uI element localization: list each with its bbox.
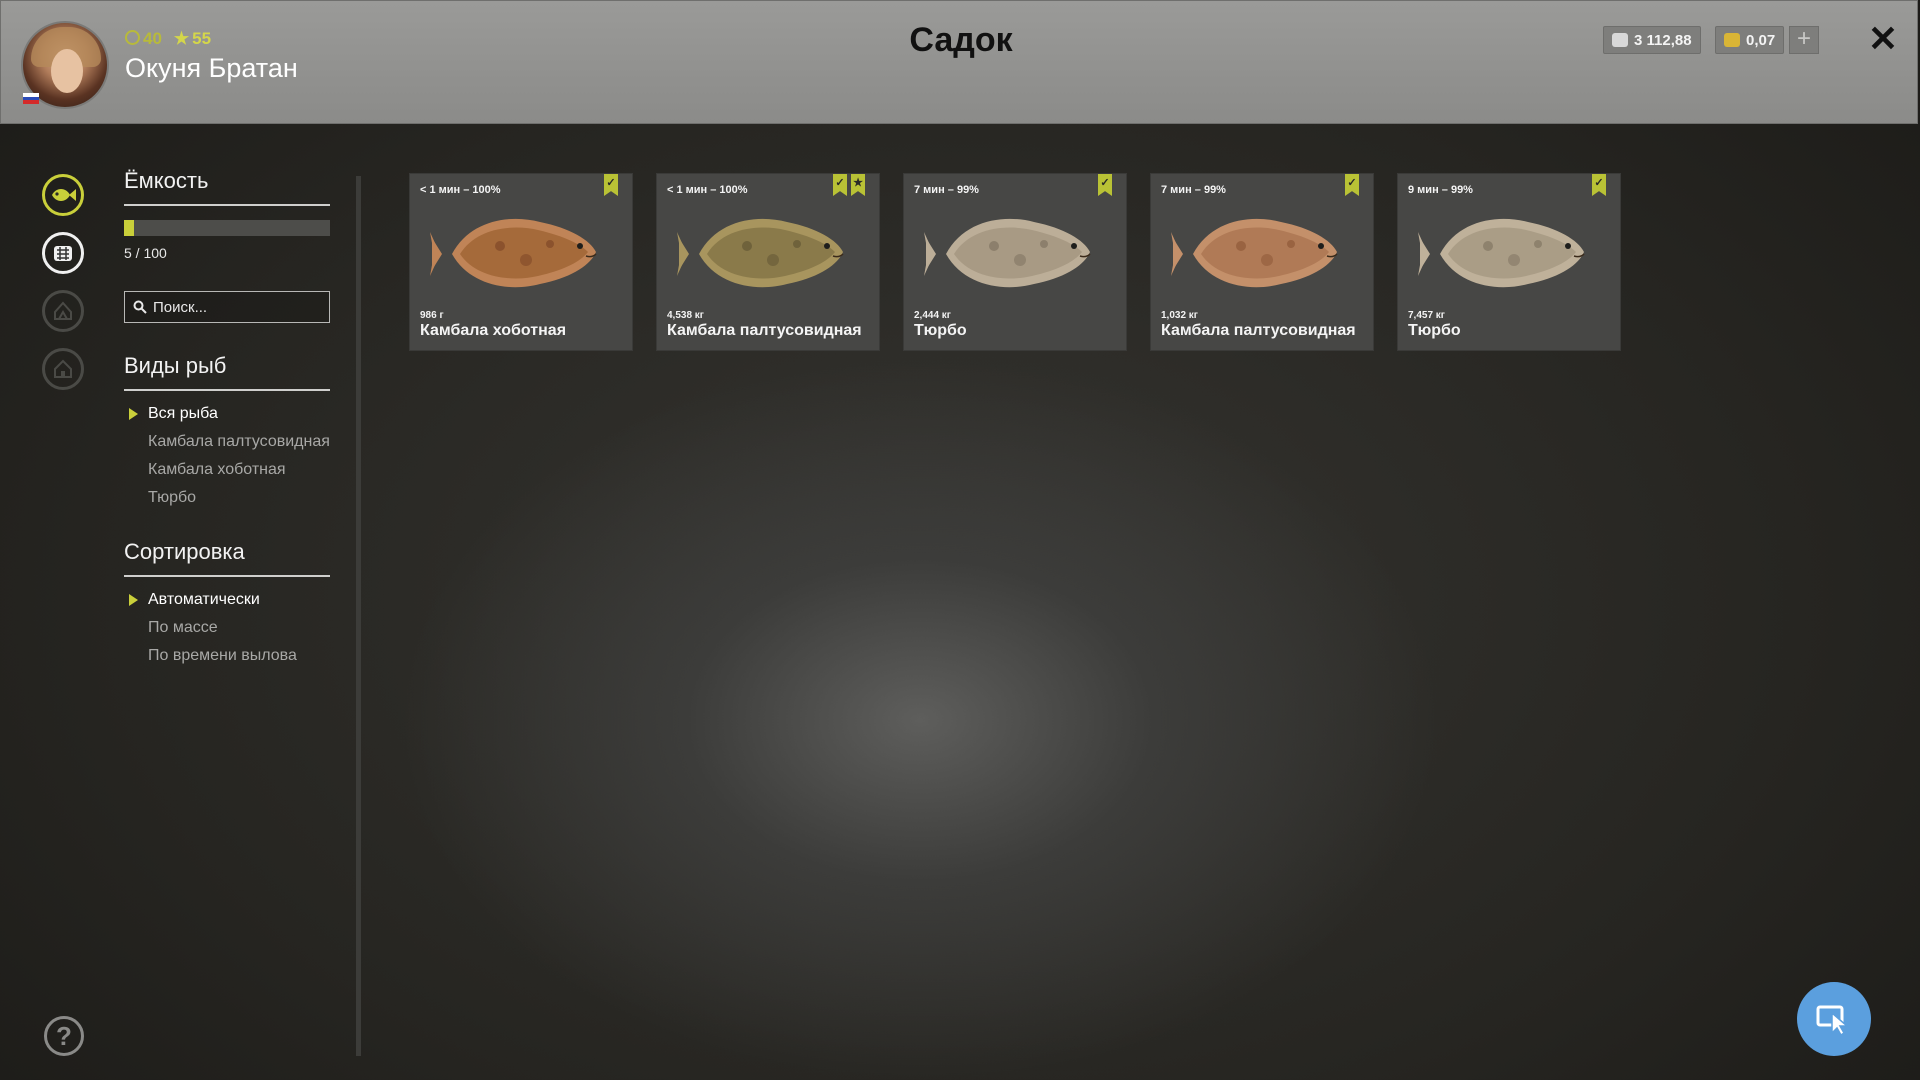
keepnet-icon (54, 246, 72, 261)
fish-tags: ✓ (1098, 174, 1112, 196)
fish-weight: 7,457 кг (1408, 310, 1445, 321)
check-glyph: ✓ (1347, 177, 1357, 189)
fish-tags: ✓ ★ (833, 174, 865, 196)
bookmark-check-icon[interactable]: ✓ (833, 174, 847, 196)
capacity-bar (124, 220, 330, 236)
fish-weight: 1,032 кг (1161, 310, 1198, 321)
species-filter-item[interactable]: Тюрбо (124, 489, 330, 507)
sort-option-item[interactable]: По массе (124, 619, 330, 637)
fish-name: Камбала хоботная (420, 322, 567, 339)
fish-card[interactable]: 9 мин – 99% ✓ 7,457 кг Тюрбо (1398, 174, 1620, 350)
cursor-icon (1816, 1005, 1850, 1035)
catch-time-freshness: 9 мин – 99% (1408, 184, 1473, 196)
close-button[interactable]: ✕ (1865, 21, 1901, 57)
fish-card[interactable]: 7 мин – 99% ✓ 1,032 кг Камбала палтусовидна… (1151, 174, 1373, 350)
check-glyph: ✓ (1594, 177, 1604, 189)
bookmark-check-icon[interactable]: ✓ (1098, 174, 1112, 196)
boat-icon (54, 301, 72, 320)
home-tab-button[interactable] (42, 348, 84, 390)
star-glyph: ★ (853, 177, 863, 189)
silver-amount: 3 112,88 (1634, 31, 1692, 49)
fish-card[interactable]: < 1 мин – 100% ✓ ★ 4,538 кг Камбала палтусов… (657, 174, 879, 350)
species-title: Виды рыб (124, 353, 330, 391)
bookmark-check-icon[interactable]: ✓ (1592, 174, 1606, 196)
catch-time-freshness: < 1 мин – 100% (667, 184, 748, 196)
check-glyph: ✓ (835, 177, 845, 189)
species-filter-item[interactable]: Камбала палтусовидная (124, 433, 330, 451)
capacity-bar-fill (124, 220, 135, 236)
sidebar: Ёмкость 5 / 100 Виды рыб Вся рыба Камбала… (124, 168, 330, 675)
search-box[interactable] (124, 291, 330, 323)
capacity-title: Ёмкость (124, 168, 330, 206)
flatfish-icon (677, 218, 844, 288)
gold-balance: 0,07 (1715, 26, 1785, 54)
add-currency-button[interactable]: + (1789, 26, 1819, 54)
search-icon (133, 300, 147, 314)
fish-name: Тюрбо (1408, 322, 1461, 339)
fish-weight: 2,444 кг (914, 310, 951, 321)
gold-amount: 0,07 (1746, 31, 1776, 49)
keepnet-tab-button[interactable] (42, 232, 84, 274)
boat-tab-button[interactable] (42, 290, 84, 332)
catch-time-freshness: 7 мин – 99% (914, 184, 979, 196)
catch-time-freshness: < 1 мин – 100% (420, 184, 501, 196)
fish-name: Камбала палтусовидная (1161, 322, 1356, 339)
sort-option-item[interactable]: По времени вылова (124, 647, 330, 665)
fish-tab-button[interactable] (42, 174, 84, 216)
fish-weight: 4,538 кг (667, 310, 704, 321)
silver-balance: 3 112,88 (1603, 26, 1701, 54)
search-input[interactable] (153, 298, 323, 316)
sort-option-item[interactable]: Автоматически (124, 591, 330, 609)
fish-grid: < 1 мин – 100% ✓ 986 г Камбала хоботная < 1 … (410, 174, 1620, 350)
bookmark-check-icon[interactable]: ✓ (604, 174, 618, 196)
russia-flag-icon (23, 93, 39, 104)
fish-tags: ✓ (1592, 174, 1606, 196)
species-list: Вся рыба Камбала палтусовидная Камбала хоб… (124, 405, 330, 507)
bookmark-check-icon[interactable]: ✓ (1345, 174, 1359, 196)
home-icon (54, 359, 72, 378)
fish-tags: ✓ (1345, 174, 1359, 196)
help-button[interactable]: ? (44, 1016, 84, 1056)
fish-name: Камбала палтусовидная (667, 322, 862, 339)
fish-card[interactable]: 7 мин – 99% ✓ 2,444 кг Тюрбо (904, 174, 1126, 350)
cursor-mode-button[interactable] (1797, 982, 1871, 1056)
check-glyph: ✓ (1100, 177, 1110, 189)
flatfish-icon (1171, 218, 1338, 288)
flatfish-icon (1418, 218, 1585, 288)
fish-name: Тюрбо (914, 322, 967, 339)
flatfish-icon (430, 218, 597, 288)
fish-tags: ✓ (604, 174, 618, 196)
trophy-star-icon[interactable]: ★ (851, 174, 865, 196)
species-filter-item[interactable]: Камбала хоботная (124, 461, 330, 479)
sidebar-divider (356, 176, 361, 1056)
sort-list: Автоматически По массе По времени вылова (124, 591, 330, 665)
fish-card[interactable]: < 1 мин – 100% ✓ 986 г Камбала хоботная (410, 174, 632, 350)
fish-icon (52, 189, 76, 201)
sort-title: Сортировка (124, 539, 330, 577)
species-filter-item[interactable]: Вся рыба (124, 405, 330, 423)
silver-coins-icon (1612, 33, 1628, 47)
flatfish-icon (924, 218, 1091, 288)
gold-coins-icon (1724, 33, 1740, 47)
capacity-text: 5 / 100 (124, 245, 167, 261)
check-glyph: ✓ (606, 177, 616, 189)
catch-time-freshness: 7 мин – 99% (1161, 184, 1226, 196)
fish-weight: 986 г (420, 310, 444, 321)
top-bar: 40 ★ 55 Окуня Братан Садок 3 112,88 0,07 … (0, 0, 1918, 124)
